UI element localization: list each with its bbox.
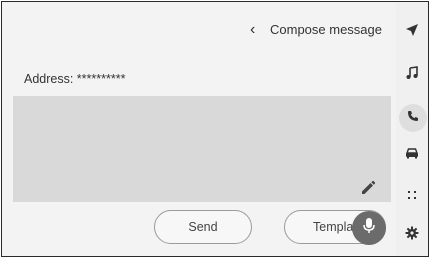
car-icon <box>405 146 419 164</box>
page-title: Compose message <box>270 22 382 37</box>
sidebar-item-music[interactable] <box>396 59 428 91</box>
send-button-label: Send <box>188 220 218 234</box>
apps-grid-icon <box>407 187 417 205</box>
sidebar-item-apps[interactable] <box>396 180 428 212</box>
pencil-icon[interactable] <box>358 178 378 198</box>
chevron-left-icon[interactable]: ‹ <box>250 20 264 40</box>
music-note-icon <box>405 65 419 85</box>
message-body-area[interactable] <box>13 96 391 202</box>
voice-input-button[interactable] <box>352 211 386 245</box>
navigation-arrow-icon <box>405 23 419 42</box>
app-frame: ‹ Compose message Address: ********** Se… <box>1 1 429 257</box>
sidebar-item-vehicle[interactable] <box>396 139 428 171</box>
microphone-icon <box>362 217 376 240</box>
compose-panel: ‹ Compose message Address: ********** Se… <box>2 2 396 256</box>
sidebar-item-settings[interactable] <box>396 219 428 251</box>
address-line: Address: ********** <box>24 72 126 86</box>
sidebar-item-phone[interactable] <box>399 104 427 132</box>
header: ‹ Compose message <box>2 2 396 58</box>
gear-icon <box>405 226 419 245</box>
sidebar-item-navigation[interactable] <box>396 16 428 48</box>
phone-icon <box>407 109 419 127</box>
side-navigation <box>396 2 428 256</box>
send-button[interactable]: Send <box>154 210 252 244</box>
